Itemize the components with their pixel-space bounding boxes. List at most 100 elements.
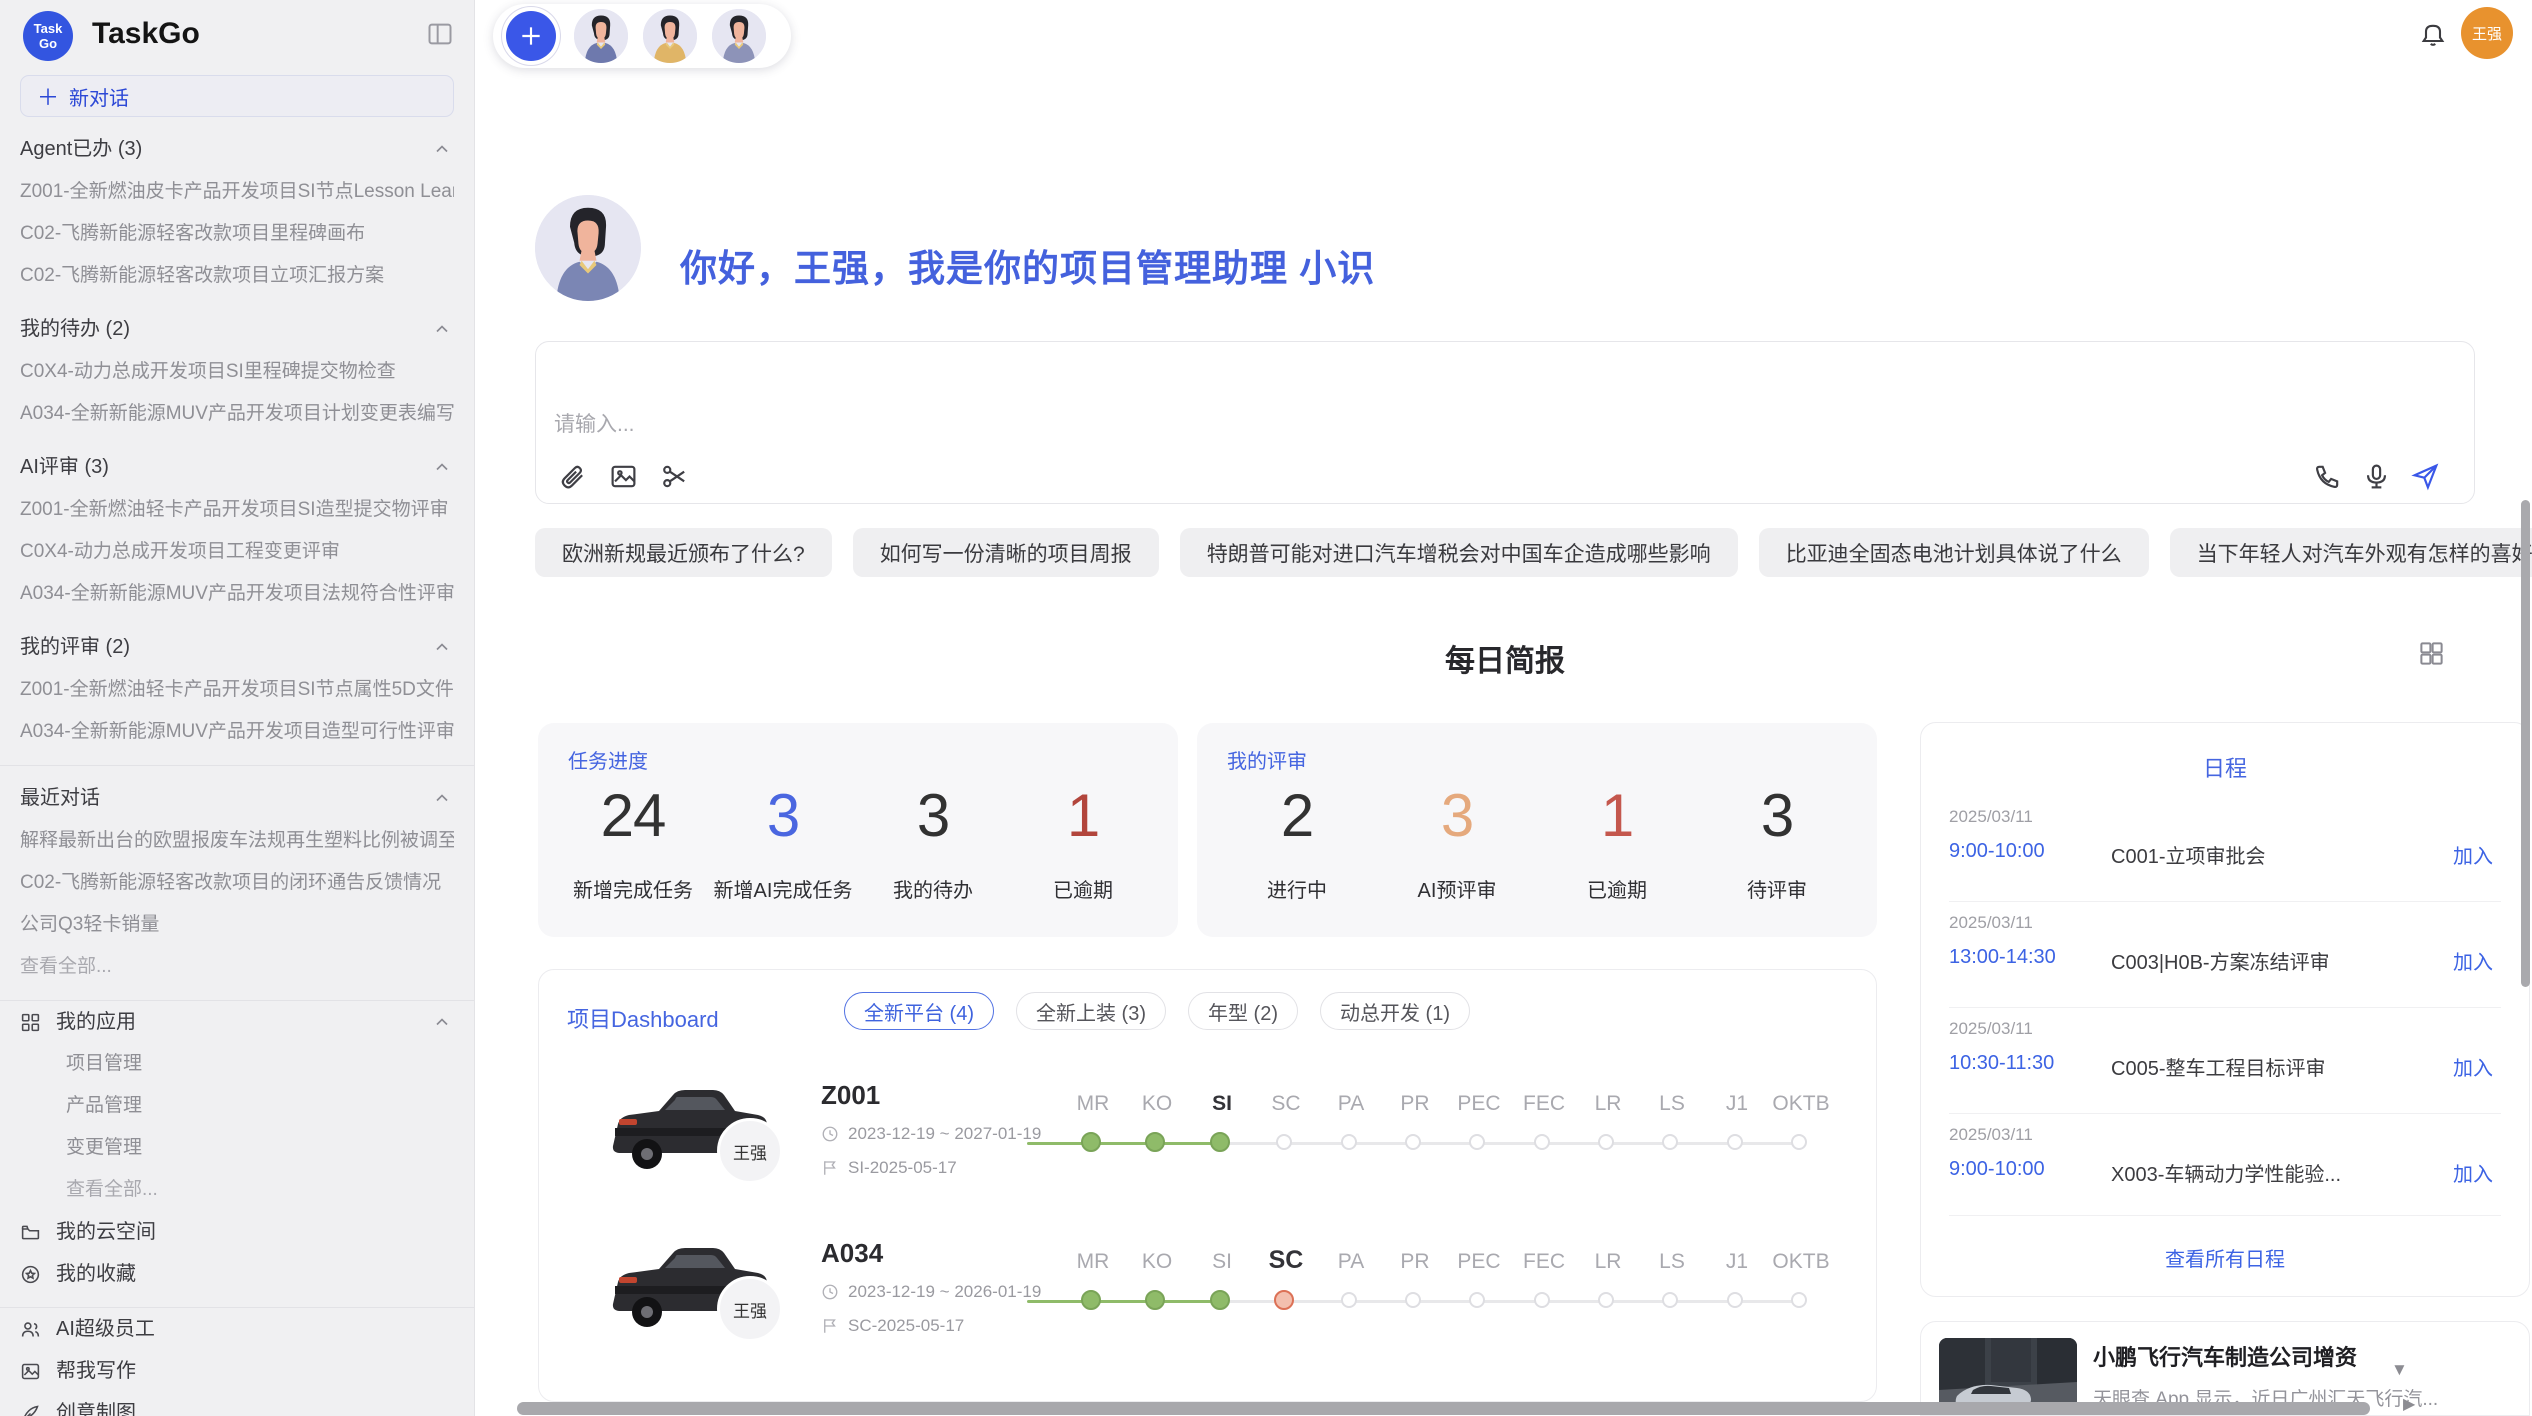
paperclip-icon[interactable]	[558, 462, 587, 491]
scroll-down-arrow-icon[interactable]: ▼	[2391, 1360, 2408, 1380]
my-apps-row[interactable]: 我的应用	[20, 1001, 454, 1043]
suggestion-chip[interactable]: 特朗普可能对进口汽车增税会对中国车企造成哪些影响	[1180, 528, 1738, 577]
recent-chat-item[interactable]: 公司Q3轻卡销量	[20, 904, 454, 946]
scissors-icon[interactable]	[660, 462, 689, 491]
horizontal-scrollbar[interactable]	[517, 1402, 2370, 1415]
stat-value: 2	[1217, 781, 1377, 850]
grid-toggle-icon[interactable]	[2418, 640, 2445, 667]
section-recent-chats[interactable]: 最近对话	[20, 776, 454, 820]
suggestion-chip[interactable]: 当下年轻人对汽车外观有怎样的喜好趋势	[2170, 528, 2532, 577]
milestone-dot-done	[1145, 1290, 1165, 1310]
section-title: Agent已办 (3)	[20, 138, 142, 160]
milestone-dot-pending	[1598, 1292, 1614, 1308]
app-item-project[interactable]: 项目管理	[20, 1043, 454, 1085]
stat-label: 进行中	[1217, 874, 1377, 903]
dates-text: 2023-12-19 ~ 2026-01-19	[848, 1282, 1041, 1302]
milestone-dot-done	[1210, 1290, 1230, 1310]
dashboard-title: 项目Dashboard	[567, 1002, 719, 1034]
scroll-right-arrow-icon[interactable]: ▶	[2403, 1394, 2415, 1414]
event-name: C003|H0B-方案冻结评审	[2111, 946, 2330, 975]
recent-chat-item[interactable]: C02-飞腾新能源轻客改款项目的闭环通告反馈情况	[20, 862, 454, 904]
apps-view-all[interactable]: 查看全部...	[20, 1169, 454, 1211]
sidebar-item[interactable]: A034-全新新能源MUV产品开发项目造型可行性评审	[20, 711, 454, 753]
favorites-label: 我的收藏	[56, 1253, 136, 1295]
recent-view-all[interactable]: 查看全部...	[20, 946, 454, 988]
suggestion-chip[interactable]: 如何写一份清晰的项目周报	[853, 528, 1159, 577]
tab-new-body[interactable]: 全新上装 (3)	[1016, 992, 1166, 1030]
stat-label: 已逾期	[1537, 874, 1697, 903]
sidebar-item[interactable]: C0X4-动力总成开发项目工程变更评审	[20, 531, 454, 573]
sidebar-item[interactable]: Z001-全新燃油轻卡产品开发项目SI造型提交物评审	[20, 489, 454, 531]
card-title: 我的评审	[1227, 745, 1307, 774]
sidebar-item[interactable]: Z001-全新燃油轻卡产品开发项目SI节点属性5D文件评审	[20, 669, 454, 711]
join-link[interactable]: 加入	[2453, 840, 2493, 869]
cloud-space-icon	[20, 1222, 41, 1243]
stat-label: 待评审	[1697, 874, 1857, 903]
tab-year-model[interactable]: 年型 (2)	[1188, 992, 1298, 1030]
milestone-timeline: MR KO SI SC PA PR PEC FEC LR LS J1 OKTB	[1061, 1220, 1833, 1378]
creative-draw-row[interactable]: 创意制图	[20, 1392, 454, 1416]
suggestion-chips: 欧洲新规最近颁布了什么? 如何写一份清晰的项目周报 特朗普可能对进口汽车增税会对…	[535, 528, 2475, 577]
project-dashboard-card: 项目Dashboard 全新平台 (4) 全新上装 (3) 年型 (2) 动总开…	[538, 969, 1877, 1402]
stat: 24新增完成任务	[558, 781, 708, 903]
sidebar: Task Go TaskGo ＋ 新对话 Agent已办 (3) Z001-全新…	[0, 0, 475, 1416]
phone-icon[interactable]	[2313, 462, 2342, 491]
image-icon[interactable]	[609, 462, 638, 491]
project-flag: SC-2025-05-17	[821, 1316, 964, 1336]
milestone-oktb: OKTB	[1769, 1062, 1833, 1182]
milestone-dot-pending	[1791, 1134, 1807, 1150]
app-logo: Task Go	[23, 11, 73, 61]
tab-powertrain[interactable]: 动总开发 (1)	[1320, 992, 1470, 1030]
section-ai-review[interactable]: AI评审 (3)	[20, 445, 454, 489]
join-link[interactable]: 加入	[2453, 946, 2493, 975]
project-row[interactable]: 王强 Z001 2023-12-19 ~ 2027-01-19 SI-2025-…	[539, 1062, 1876, 1220]
suggestion-chip[interactable]: 欧洲新规最近颁布了什么?	[535, 528, 832, 577]
favorites-row[interactable]: 我的收藏	[20, 1253, 454, 1295]
ai-staff-label: AI超级员工	[56, 1308, 155, 1350]
project-row-partial[interactable]	[539, 1378, 1876, 1402]
sidebar-item[interactable]: Z001-全新燃油皮卡产品开发项目SI节点Lesson Learn报告	[20, 171, 454, 213]
assistant-avatar[interactable]	[572, 7, 630, 65]
project-row[interactable]: 王强 A034 2023-12-19 ~ 2026-01-19 SC-2025-…	[539, 1220, 1876, 1378]
cloud-space-row[interactable]: 我的云空间	[20, 1211, 454, 1253]
join-link[interactable]: 加入	[2453, 1052, 2493, 1081]
section-agent-done[interactable]: Agent已办 (3)	[20, 127, 454, 171]
milestone-dot-pending	[1341, 1134, 1357, 1150]
chevron-up-icon	[432, 319, 452, 339]
ai-staff-row[interactable]: AI超级员工	[20, 1308, 454, 1350]
section-my-review[interactable]: 我的评审 (2)	[20, 625, 454, 669]
schedule-title: 日程	[1921, 751, 2529, 783]
logo-line1: Task	[34, 21, 63, 36]
app-item-product[interactable]: 产品管理	[20, 1085, 454, 1127]
new-chat-button[interactable]: ＋ 新对话	[20, 75, 454, 117]
add-assistant-button[interactable]	[506, 11, 556, 61]
send-icon[interactable]	[2411, 462, 2440, 491]
sidebar-item[interactable]: C0X4-动力总成开发项目SI里程碑提交物检查	[20, 351, 454, 393]
sidebar-item[interactable]: A034-全新新能源MUV产品开发项目法规符合性评审	[20, 573, 454, 615]
help-write-row[interactable]: 帮我写作	[20, 1350, 454, 1392]
event-time: 13:00-14:30	[1949, 946, 2056, 969]
mic-icon[interactable]	[2362, 462, 2391, 491]
app-item-change[interactable]: 变更管理	[20, 1127, 454, 1169]
view-all-schedule-link[interactable]: 查看所有日程	[1921, 1243, 2529, 1272]
sidebar-item[interactable]: A034-全新新能源MUV产品开发项目计划变更表编写	[20, 393, 454, 435]
suggestion-chip[interactable]: 比亚迪全固态电池计划具体说了什么	[1759, 528, 2149, 577]
milestone-ls: LS	[1640, 1062, 1704, 1182]
chat-input[interactable]: 请输入...	[535, 341, 2475, 504]
join-link[interactable]: 加入	[2453, 1158, 2493, 1187]
section-my-todo[interactable]: 我的待办 (2)	[20, 307, 454, 351]
tab-all-platform[interactable]: 全新平台 (4)	[844, 992, 994, 1030]
pen-icon	[20, 1403, 41, 1416]
bell-icon[interactable]	[2419, 20, 2447, 48]
vertical-scrollbar[interactable]	[2521, 500, 2530, 987]
assistant-avatar[interactable]	[641, 7, 699, 65]
assistant-avatar[interactable]	[710, 7, 768, 65]
dates-text: 2023-12-19 ~ 2027-01-19	[848, 1124, 1041, 1144]
panel-collapse-icon[interactable]	[426, 20, 454, 48]
milestone-pec: PEC	[1447, 1220, 1511, 1340]
user-avatar[interactable]: 王强	[2461, 7, 2513, 59]
sidebar-item[interactable]: C02-飞腾新能源轻客改款项目里程碑画布	[20, 213, 454, 255]
plus-icon: ＋	[37, 80, 59, 112]
sidebar-item[interactable]: C02-飞腾新能源轻客改款项目立项汇报方案	[20, 255, 454, 297]
recent-chat-item[interactable]: 解释最新出台的欧盟报废车法规再生塑料比例被调至15%...	[20, 820, 454, 862]
